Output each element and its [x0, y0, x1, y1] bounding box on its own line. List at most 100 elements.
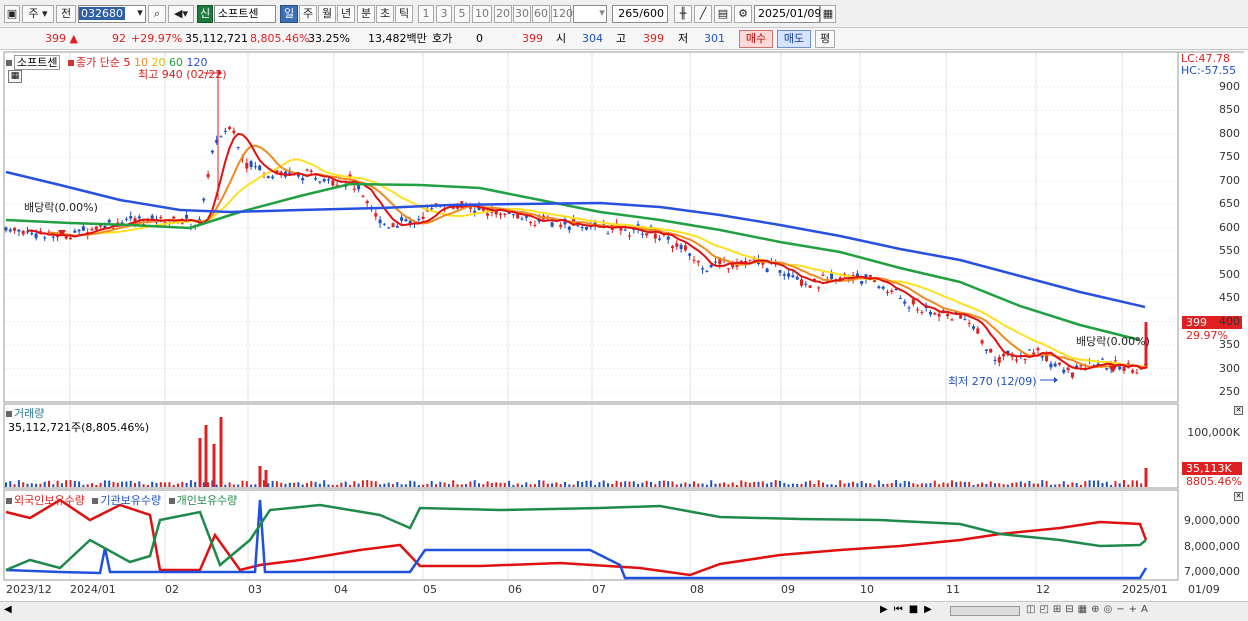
volume-ytick: 100,000K [1187, 426, 1240, 439]
buy-button[interactable]: 매수 [739, 30, 773, 48]
candle-body [223, 130, 227, 132]
dividend-marker-right [1109, 366, 1117, 373]
candle-body [726, 268, 730, 270]
period-minute[interactable]: 분 [357, 5, 375, 23]
market-select[interactable]: 주 ▾ [22, 5, 54, 23]
date-field[interactable]: 2025/01/09 [754, 5, 821, 23]
interval-120[interactable]: 120 [551, 5, 573, 23]
flat-button[interactable]: 평 [815, 30, 835, 48]
candle-body [791, 275, 795, 278]
holder-ytick-2: 8,000,000 [1184, 540, 1240, 553]
chevron-down-icon[interactable]: ▾ [133, 5, 147, 23]
candle-body [77, 229, 81, 232]
period-day[interactable]: 일 [280, 5, 298, 23]
search-icon[interactable]: ⌕ [148, 5, 166, 23]
chart-svg[interactable] [0, 50, 1248, 603]
period-tick[interactable]: 틱 [395, 5, 413, 23]
dividend-label-left: 배당락(0.00%) [24, 201, 98, 214]
count-field[interactable]: 265/600 [612, 5, 668, 23]
candle-body [576, 225, 580, 227]
interval-10[interactable]: 10 [472, 5, 492, 23]
x-tick: 2023/12 [6, 583, 52, 596]
candle-body [51, 236, 55, 238]
close-icon[interactable]: ✕ [1234, 492, 1243, 501]
interval-5[interactable]: 5 [454, 5, 470, 23]
legend-foreign[interactable]: 외국인보유수량 [14, 494, 85, 507]
legend-individual[interactable]: 개인보유수량 [177, 494, 238, 507]
candle-body [107, 220, 111, 223]
interval-20[interactable]: 20 [494, 5, 512, 23]
volume-value: 35,112,721 [185, 32, 248, 45]
x-tick: 02 [165, 583, 179, 596]
candle-body [886, 291, 889, 293]
candle-body [64, 236, 68, 239]
candle-body [1131, 370, 1135, 373]
volume-value: 35,112,721주(8,805.46%) [8, 421, 150, 434]
legend-ma-label[interactable]: 종가 단순 [76, 56, 120, 69]
interval-3[interactable]: 3 [436, 5, 452, 23]
chart-area[interactable]: 소프트센 종가 단순 5 10 20 60 120 ▦ 최고 940 (02/2… [0, 50, 1248, 603]
interval-60[interactable]: 60 [532, 5, 550, 23]
view-controls[interactable]: ◫◰⊞⊟▦⊕◎−+A [1026, 604, 1152, 615]
scroll-left-icon[interactable]: ◀ [4, 604, 12, 615]
candle-body [963, 319, 967, 321]
candle-body [933, 313, 937, 315]
high-price: 399 [643, 32, 664, 45]
candle-body [937, 313, 941, 317]
candle-body [877, 286, 881, 289]
stock-name-field: 소프트센 [214, 5, 276, 23]
candle-body [124, 218, 128, 220]
sound-icon[interactable]: ◀▾ [168, 5, 194, 23]
candle-body [972, 326, 975, 329]
legend-square-icon [168, 498, 175, 504]
candle-body [993, 359, 997, 361]
candle-body [81, 226, 85, 231]
legend-stock-name[interactable]: 소프트센 [14, 55, 61, 70]
foreign-line [5, 498, 1148, 577]
candle-body [26, 231, 29, 233]
ma20-line [92, 158, 1146, 368]
candle-body [653, 233, 657, 239]
trade-amount: 13,482백만 [368, 32, 427, 45]
legend-institution[interactable]: 기관보유수량 [100, 494, 161, 507]
draw-tool-icon[interactable]: ╱ [694, 5, 712, 23]
candle-body [1036, 348, 1040, 351]
interval-30[interactable]: 30 [513, 5, 531, 23]
calculator-icon[interactable]: ▦ [8, 70, 22, 83]
candle-body [929, 311, 932, 315]
high-label: 고 [616, 32, 627, 45]
candle-body [903, 301, 907, 304]
save-icon[interactable]: ▤ [714, 5, 732, 23]
x-tick: 12 [1036, 583, 1050, 596]
candle-body [202, 198, 206, 201]
sell-button[interactable]: 매도 [777, 30, 811, 48]
price-ytick: 400 [1219, 314, 1240, 328]
playback-controls[interactable]: ▶⏮■▶ [880, 604, 938, 615]
candle-body [258, 165, 262, 171]
candle-type-icon[interactable]: ╫ [674, 5, 692, 23]
gear-icon[interactable]: ⚙ [734, 5, 752, 23]
close-icon[interactable]: ✕ [1234, 406, 1243, 415]
zoom-slider[interactable] [950, 606, 1020, 616]
calendar-icon[interactable]: ▦ [820, 5, 836, 23]
period-second[interactable]: 초 [376, 5, 394, 23]
volume-last: 35,113K [1186, 462, 1232, 475]
period-year[interactable]: 년 [337, 5, 355, 23]
candle-body [1002, 353, 1006, 357]
period-month[interactable]: 월 [318, 5, 336, 23]
candle-body [967, 322, 971, 324]
candle-body [950, 319, 954, 321]
candle-body [890, 290, 894, 293]
window-icon[interactable]: ▣ [4, 5, 20, 23]
candle-body [881, 286, 885, 289]
candle-body [357, 185, 361, 190]
interval-1[interactable]: 1 [418, 5, 434, 23]
prev-button[interactable]: 전 [56, 5, 76, 23]
period-week[interactable]: 주 [299, 5, 317, 23]
scroll-bar[interactable]: ◀ ▶⏮■▶ ◫◰⊞⊟▦⊕◎−+A [0, 601, 1248, 621]
candle-body [666, 236, 670, 240]
x-tick: 09 [781, 583, 795, 596]
chevron-down-icon[interactable]: ▾ [596, 5, 608, 23]
candle-body [980, 340, 984, 344]
candle-body [43, 237, 47, 239]
